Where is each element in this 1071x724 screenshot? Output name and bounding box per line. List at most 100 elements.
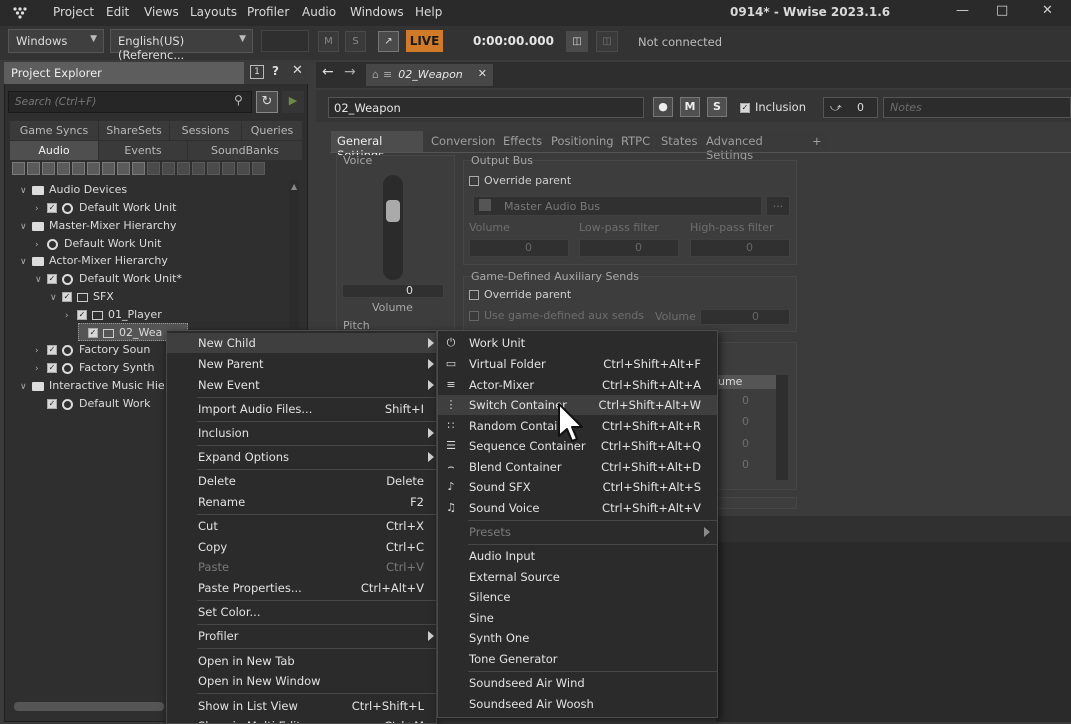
menu-item-set-color[interactable]: Set Color... (167, 602, 436, 622)
minimize-icon[interactable]: — (956, 3, 969, 18)
menu-views[interactable]: Views (144, 5, 179, 19)
layout-dropdown[interactable]: Windows ▼ (8, 29, 104, 53)
submenu-item-audio-input[interactable]: Audio Input (438, 546, 717, 566)
submenu-item-sound-voice[interactable]: ♫ Sound Voice Ctrl+Shift+Alt+V (438, 498, 717, 518)
override-parent-checkbox[interactable]: Override parent (469, 174, 571, 187)
play-icon[interactable]: ▶ (282, 91, 304, 113)
chevron-down-icon[interactable]: ∨ (20, 182, 32, 200)
maximize-icon[interactable]: □ (996, 3, 1008, 18)
chevron-down-icon[interactable]: ∨ (20, 253, 32, 271)
folder-icon[interactable] (27, 162, 40, 175)
sound-voice-icon[interactable] (132, 162, 145, 175)
close-tab-icon[interactable]: ✕ (478, 67, 487, 80)
sequence-container-icon[interactable] (72, 162, 85, 175)
random-container-icon[interactable] (57, 162, 70, 175)
menu-item-cut[interactable]: Cut Ctrl+X (167, 516, 436, 536)
submenu-item-sound-sfx[interactable]: ♪ Sound SFX Ctrl+Shift+Alt+S (438, 477, 717, 497)
menu-windows[interactable]: Windows (350, 5, 404, 19)
work-unit-icon[interactable] (12, 162, 25, 175)
tab-queries[interactable]: Queries (242, 121, 302, 140)
menu-item-paste-properties[interactable]: Paste Properties... Ctrl+Alt+V (167, 578, 436, 598)
sound-sfx-icon[interactable] (117, 162, 130, 175)
menu-project[interactable]: Project (53, 5, 94, 19)
object-mute-button[interactable]: M (680, 97, 700, 117)
search-icon[interactable]: ⚲ (234, 93, 243, 107)
back-arrow-icon[interactable]: ← (322, 64, 334, 80)
tab-soundbanks[interactable]: SoundBanks (188, 141, 302, 160)
language-dropdown[interactable]: English(US) (Referenc... ▼ (110, 29, 253, 62)
checkbox-icon[interactable]: ✓ (88, 328, 98, 338)
checkbox-icon[interactable]: ✓ (77, 310, 87, 320)
checkbox-icon[interactable]: ✓ (47, 203, 57, 213)
checkbox-icon[interactable]: ✓ (740, 102, 750, 113)
editor-tab[interactable]: ⌂ ≡ 02_Weapon ✕ (366, 64, 493, 86)
tree-item-default-work[interactable]: ✓ Default Work (47, 395, 151, 413)
sync-icon[interactable]: ↻ (256, 91, 278, 113)
menu-item-inclusion[interactable]: Inclusion (167, 423, 436, 443)
menu-edit[interactable]: Edit (106, 5, 129, 19)
menu-item-import-audio[interactable]: Import Audio Files... Shift+I (167, 399, 436, 419)
tree-item-audio-devices[interactable]: ∨ Audio Devices (20, 181, 127, 199)
checkbox-icon[interactable]: ✓ (47, 363, 57, 373)
submenu-item-tone-generator[interactable]: Tone Generator (438, 649, 717, 669)
tab-sessions[interactable]: Sessions (170, 121, 241, 140)
checkbox-icon[interactable] (469, 290, 479, 300)
scroll-up-icon[interactable]: ▲ (291, 182, 297, 191)
tab-conversion[interactable]: Conversion (425, 131, 495, 152)
tab-general-settings[interactable]: General Settings (331, 131, 423, 162)
menu-audio[interactable]: Audio (302, 5, 336, 19)
menu-item-expand-options[interactable]: Expand Options (167, 447, 436, 467)
tab-add[interactable]: + (806, 131, 826, 152)
submenu-item-virtual-folder[interactable]: ▭ Virtual Folder Ctrl+Shift+Alt+F (438, 354, 717, 374)
horizontal-scrollbar[interactable] (14, 702, 164, 711)
chevron-down-icon[interactable]: ∨ (35, 271, 47, 289)
menu-item-open-new-window[interactable]: Open in New Window (167, 671, 436, 691)
tree-item-01-player[interactable]: › ✓ 01_Player (65, 306, 162, 324)
actor-mixer-icon[interactable] (42, 162, 55, 175)
share-references[interactable]: ⤻ 0 (823, 97, 878, 118)
chevron-down-icon[interactable]: ∨ (20, 378, 32, 396)
menu-item-show-multi-edit[interactable]: Show in Multi Edit Ctrl+M (167, 716, 436, 723)
tab-states[interactable]: States (655, 131, 698, 152)
checkbox-icon[interactable] (469, 176, 479, 186)
tab-sharesets[interactable]: ShareSets (99, 121, 169, 140)
tree-item-default-work-unit[interactable]: ∨ ✓ Default Work Unit* (35, 270, 182, 288)
connect-icon[interactable]: ◫ (566, 31, 588, 52)
live-button[interactable]: LIVE (406, 30, 443, 52)
tab-effects[interactable]: Effects (497, 131, 543, 152)
chevron-down-icon[interactable]: ∨ (20, 218, 32, 236)
menu-help[interactable]: Help (415, 5, 442, 19)
forward-arrow-icon[interactable]: → (344, 64, 356, 80)
tab-events[interactable]: Events (99, 141, 187, 160)
notes-field[interactable]: Notes (883, 97, 1071, 118)
submenu-item-soundseed-air-woosh[interactable]: Soundseed Air Woosh (438, 694, 717, 714)
submenu-item-external-source[interactable]: External Source (438, 567, 717, 587)
disconnect-icon[interactable]: ◫ (596, 31, 618, 52)
color-palette-icon[interactable]: ● (653, 97, 673, 117)
submenu-item-blend-container[interactable]: ⌢ Blend Container Ctrl+Shift+Alt+D (438, 457, 717, 477)
close-window-icon[interactable]: ✕ (1042, 3, 1053, 18)
tab-advanced-settings[interactable]: Advanced Settings (700, 131, 804, 162)
tree-item-factory-sound[interactable]: › ✓ Factory Soun (35, 341, 150, 359)
mute-button[interactable]: M (318, 31, 339, 52)
checkbox-icon[interactable]: ✓ (47, 345, 57, 355)
menu-item-copy[interactable]: Copy Ctrl+C (167, 537, 436, 557)
submenu-item-soundseed-air-wind[interactable]: Soundseed Air Wind (438, 673, 717, 693)
solo-button[interactable]: S (345, 31, 366, 52)
object-solo-button[interactable]: S (707, 97, 727, 117)
chevron-right-icon[interactable]: › (65, 307, 77, 325)
submenu-item-sine[interactable]: Sine (438, 608, 717, 628)
pin-badge[interactable]: 1 (250, 65, 264, 79)
volume-value-field[interactable]: 0 (342, 284, 444, 298)
tree-item-master-mixer[interactable]: ∨ Master-Mixer Hierarchy (20, 217, 177, 235)
tree-item-default-work-unit[interactable]: › ✓ Default Work Unit (35, 199, 176, 217)
tree-item-factory-synth[interactable]: › ✓ Factory Synth (35, 359, 154, 377)
object-name-field[interactable]: 02_Weapon (328, 97, 644, 118)
checkbox-icon[interactable]: ✓ (62, 292, 72, 302)
chevron-right-icon[interactable]: › (35, 200, 47, 218)
menu-item-profiler[interactable]: Profiler (167, 626, 436, 646)
tree-item-sfx[interactable]: ∨ ✓ SFX (50, 288, 114, 306)
close-panel-icon[interactable]: ✕ (292, 63, 303, 78)
menu-item-new-parent[interactable]: New Parent (167, 354, 436, 374)
tree-item-actor-mixer-hierarchy[interactable]: ∨ Actor-Mixer Hierarchy (20, 252, 168, 270)
